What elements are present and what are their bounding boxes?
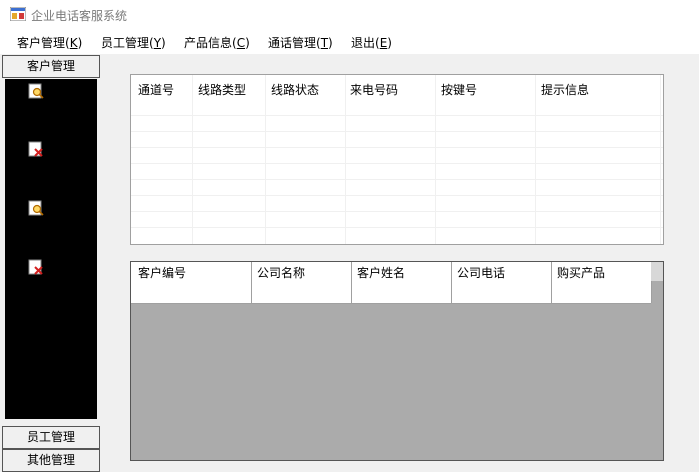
menu-exit[interactable]: 退出(E) <box>351 34 392 51</box>
grid-divider <box>351 262 352 303</box>
grid-divider <box>435 75 436 244</box>
grid-divider <box>265 75 266 244</box>
app-icon <box>10 7 26 21</box>
nav-tab-customer-management[interactable]: 客户管理 <box>2 55 100 78</box>
column-header[interactable]: 线路状态 <box>271 81 319 98</box>
nav-tab-other-management[interactable]: 其他管理 <box>2 449 100 472</box>
column-header[interactable]: 购买产品 <box>557 264 605 281</box>
grid-divider <box>131 115 663 116</box>
menu-employee-management[interactable]: 员工管理(Y) <box>101 34 166 51</box>
column-header[interactable]: 线路类型 <box>198 81 246 98</box>
grid-divider <box>345 75 346 244</box>
delete-record-icon[interactable] <box>28 141 44 157</box>
grid-divider <box>535 75 536 244</box>
customer-nav-panel <box>5 79 97 419</box>
delete-record-icon[interactable] <box>28 259 44 275</box>
window-title: 企业电话客服系统 <box>31 9 128 23</box>
column-header[interactable]: 按键号 <box>441 81 477 98</box>
column-header[interactable]: 来电号码 <box>350 81 398 98</box>
grid-divider <box>451 262 452 303</box>
customer-data-grid[interactable]: 客户编号 公司名称 客户姓名 公司电话 购买产品 <box>130 261 664 461</box>
menu-bar: 客户管理(K) 员工管理(Y) 产品信息(C) 通话管理(T) 退出(E) <box>0 28 699 54</box>
grid-divider <box>660 75 661 244</box>
search-record-icon[interactable] <box>28 83 44 99</box>
menu-product-info[interactable]: 产品信息(C) <box>184 34 250 51</box>
grid-divider <box>251 262 252 303</box>
grid-header-filler <box>651 262 663 281</box>
menu-call-management[interactable]: 通话管理(T) <box>268 34 333 51</box>
column-header[interactable]: 公司名称 <box>257 264 305 281</box>
grid-divider <box>131 195 663 196</box>
column-header[interactable]: 提示信息 <box>541 81 589 98</box>
channel-status-grid[interactable]: 通道号 线路类型 线路状态 来电号码 按键号 提示信息 <box>130 74 664 245</box>
grid-divider <box>131 179 663 180</box>
grid-divider <box>131 131 663 132</box>
table-row[interactable] <box>131 281 651 304</box>
column-header[interactable]: 公司电话 <box>457 264 505 281</box>
grid-divider <box>131 227 663 228</box>
grid-divider <box>192 75 193 244</box>
title-bar: 企业电话客服系统 <box>0 0 699 28</box>
column-header[interactable]: 客户编号 <box>138 264 186 281</box>
grid-divider <box>131 211 663 212</box>
grid-divider <box>131 163 663 164</box>
customer-grid-header: 客户编号 公司名称 客户姓名 公司电话 购买产品 <box>131 262 651 282</box>
grid-divider <box>551 262 552 303</box>
column-header[interactable]: 通道号 <box>138 81 174 98</box>
nav-tab-employee-management[interactable]: 员工管理 <box>2 426 100 449</box>
menu-customer-management[interactable]: 客户管理(K) <box>17 34 82 51</box>
search-record-icon[interactable] <box>28 200 44 216</box>
column-header[interactable]: 客户姓名 <box>357 264 405 281</box>
grid-divider <box>131 147 663 148</box>
